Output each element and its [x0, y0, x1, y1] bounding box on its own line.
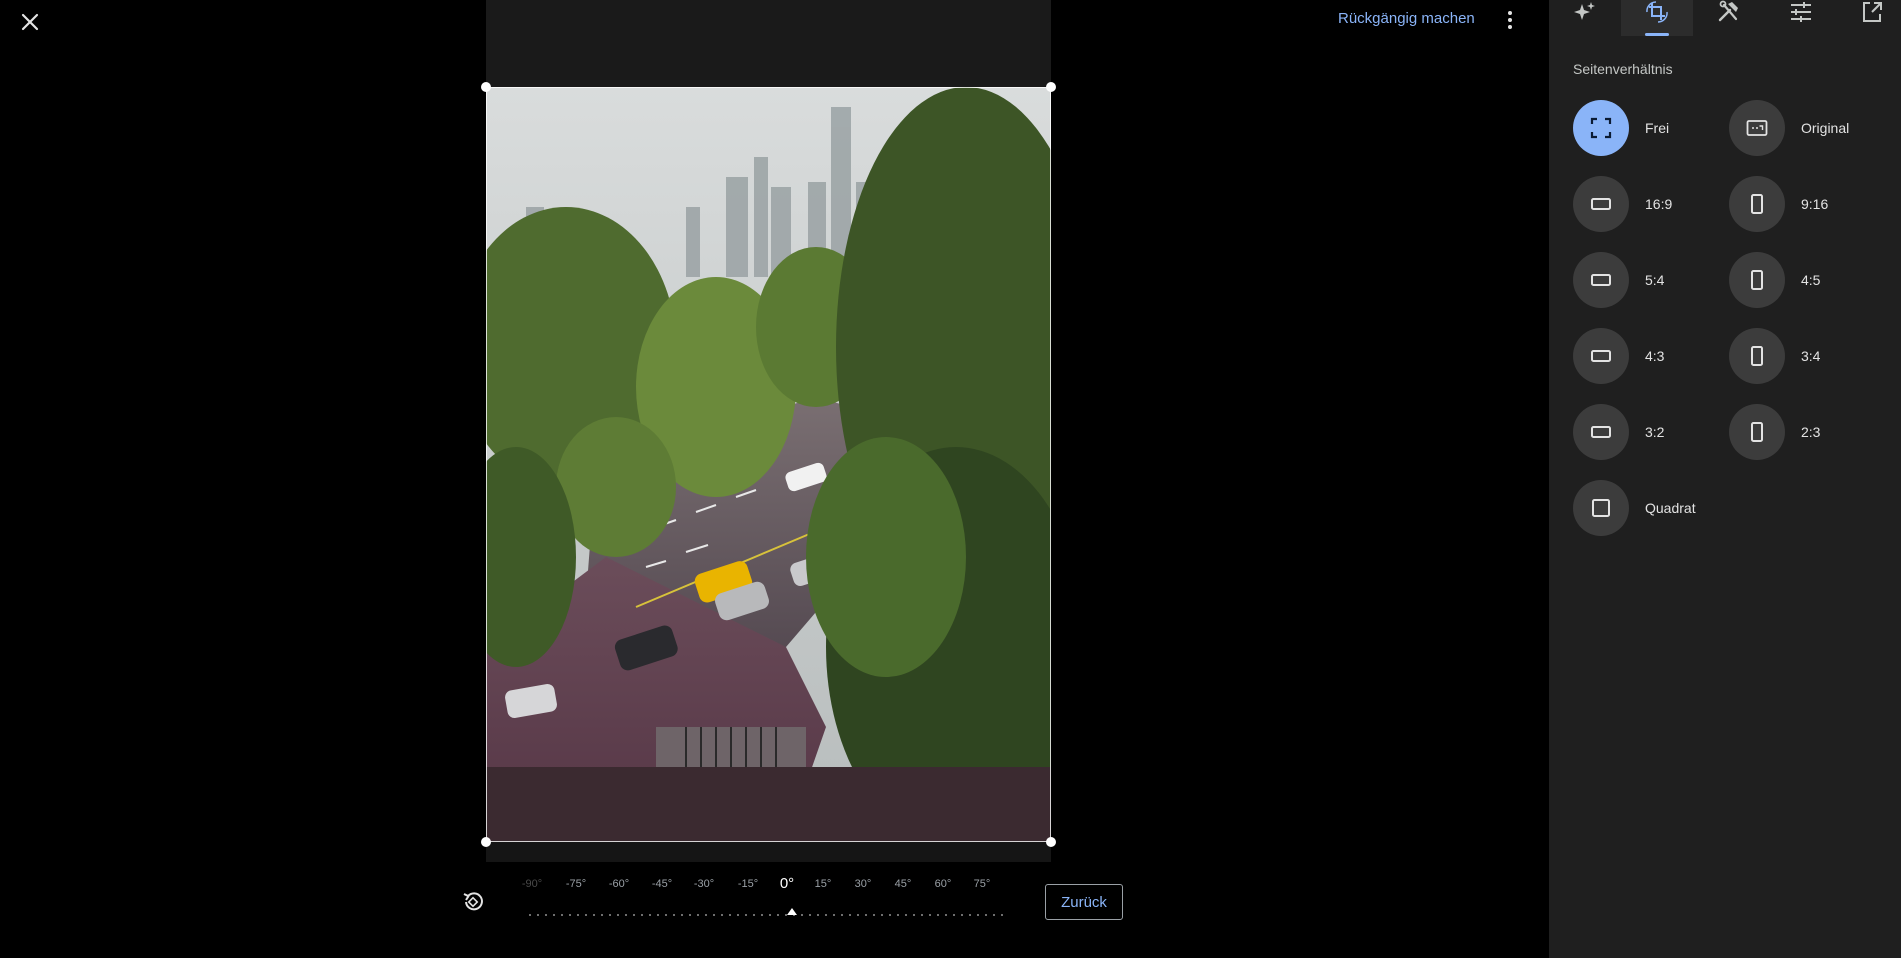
auto-enhance-icon — [1574, 2, 1595, 20]
tab-adjust[interactable] — [1765, 0, 1837, 36]
rotation-tick-label: -90° — [521, 878, 543, 890]
rotation-tick-label: 60° — [934, 878, 952, 890]
rotate-left-icon — [463, 892, 483, 911]
crop-handle-bottom-left[interactable] — [481, 837, 491, 847]
crop-overlay-top — [486, 0, 1051, 87]
rotation-tick-label: -15° — [737, 878, 759, 890]
rotation-tick-label: -45° — [651, 878, 673, 890]
undo-button[interactable]: Rückgängig machen — [1338, 10, 1475, 27]
aspect-ratio-option[interactable]: 4:3 — [1573, 328, 1723, 384]
rotation-tick-label: 30° — [854, 878, 872, 890]
rotation-tick-label: 45° — [894, 878, 912, 890]
landscape-ratio-icon — [1573, 252, 1629, 308]
export-icon — [1863, 2, 1882, 22]
aspect-ratio-option[interactable]: Quadrat — [1573, 480, 1723, 536]
more-options-button[interactable] — [1496, 4, 1524, 36]
aspect-ratio-label: 3:2 — [1645, 424, 1665, 440]
close-button[interactable] — [14, 6, 46, 38]
active-tab-indicator — [1645, 33, 1669, 36]
portrait-ratio-icon — [1729, 404, 1785, 460]
aspect-ratio-label: 5:4 — [1645, 272, 1665, 288]
portrait-ratio-icon — [1729, 252, 1785, 308]
rotation-tick-label: -30° — [693, 878, 715, 890]
aspect-ratio-label: 4:5 — [1801, 272, 1821, 288]
aspect-ratio-heading: Seitenverhältnis — [1573, 61, 1673, 77]
aspect-ratio-label: Quadrat — [1645, 500, 1696, 516]
original-ratio-icon — [1729, 100, 1785, 156]
aspect-ratio-label: 16:9 — [1645, 196, 1673, 212]
rotation-dial-ticks — [526, 914, 1006, 916]
rotation-tick-label: 75° — [973, 878, 991, 890]
portrait-ratio-icon — [1729, 176, 1785, 232]
fullscreen-icon — [1573, 100, 1629, 156]
tools-icon — [1718, 0, 1738, 22]
rotation-tick-label: -60° — [608, 878, 630, 890]
aspect-ratio-label: 4:3 — [1645, 348, 1665, 364]
portrait-ratio-icon — [1729, 328, 1785, 384]
crop-handle-top-right[interactable] — [1046, 82, 1056, 92]
aspect-ratio-label: Frei — [1645, 120, 1670, 136]
tab-suggestions[interactable] — [1549, 0, 1621, 36]
tool-tabs — [1549, 0, 1901, 36]
rotate-button[interactable] — [458, 886, 488, 916]
aspect-ratio-option[interactable]: 9:16 — [1729, 176, 1879, 232]
photo-canvas[interactable] — [486, 0, 1051, 862]
edited-photo — [486, 87, 1051, 842]
landscape-ratio-icon — [1573, 176, 1629, 232]
aspect-ratio-label: 3:4 — [1801, 348, 1821, 364]
aspect-ratio-option[interactable]: 16:9 — [1573, 176, 1723, 232]
rotation-dial[interactable]: 0° -90° -75° -60° -45° -30° -15° 15° 30° 45° 60° 7… — [522, 870, 1006, 920]
aspect-ratio-option[interactable]: Original — [1729, 100, 1879, 156]
aspect-ratio-option[interactable]: 4:5 — [1729, 252, 1879, 308]
close-icon — [21, 13, 39, 31]
rotation-tick-label: -75° — [565, 878, 587, 890]
aspect-ratio-option[interactable]: 5:4 — [1573, 252, 1723, 308]
aspect-ratio-label: 2:3 — [1801, 424, 1821, 440]
crop-overlay-bottom — [486, 842, 1051, 862]
aspect-ratio-option[interactable]: 3:4 — [1729, 328, 1879, 384]
aspect-ratio-option[interactable]: 2:3 — [1729, 404, 1879, 460]
more-vert-icon — [1508, 11, 1512, 29]
tab-tools[interactable] — [1693, 0, 1765, 36]
edit-side-panel: Seitenverhältnis Frei Original 16:9 9:16 5:4… — [1549, 0, 1901, 958]
aspect-ratio-label: 9:16 — [1801, 196, 1829, 212]
photo-editor: Rückgängig machen 0° -90° -75° -60° -45°… — [0, 0, 1549, 958]
tab-export[interactable] — [1837, 0, 1901, 36]
crop-handle-bottom-right[interactable] — [1046, 837, 1056, 847]
tab-crop-rotate[interactable] — [1621, 0, 1693, 36]
aspect-ratio-option[interactable]: Frei — [1573, 100, 1723, 156]
crop-rotate-icon — [1646, 1, 1668, 23]
square-ratio-icon — [1573, 480, 1629, 536]
rotation-tick-label: 15° — [814, 878, 832, 890]
rotation-current-value: 0° — [779, 875, 795, 892]
landscape-ratio-icon — [1573, 328, 1629, 384]
back-button[interactable]: Zurück — [1045, 884, 1123, 920]
adjust-sliders-icon — [1791, 2, 1811, 22]
landscape-ratio-icon — [1573, 404, 1629, 460]
aspect-ratio-label: Original — [1801, 120, 1850, 136]
rotation-pointer — [787, 908, 797, 915]
aspect-ratio-option[interactable]: 3:2 — [1573, 404, 1723, 460]
crop-handle-top-left[interactable] — [481, 82, 491, 92]
